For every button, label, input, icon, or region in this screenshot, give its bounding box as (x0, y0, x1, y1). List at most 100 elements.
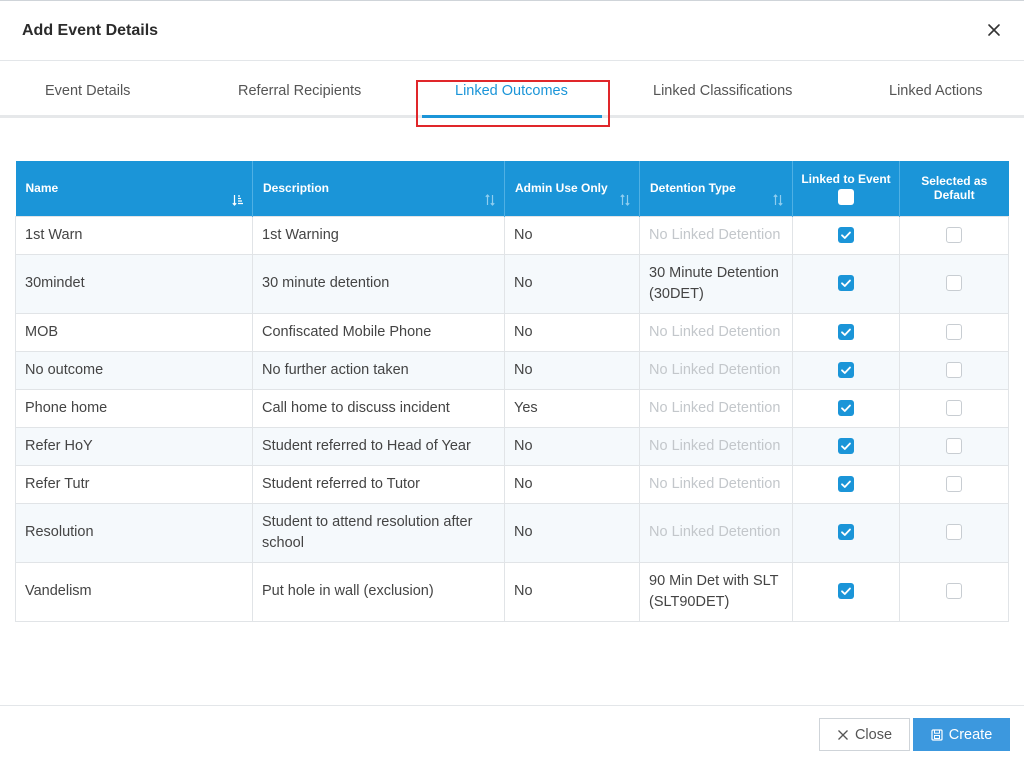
tab-bar: Event Details Referral Recipients Linked… (0, 61, 1024, 118)
cell-name: Resolution (15, 502, 253, 563)
cell-linked-to-event (792, 350, 900, 390)
selected-as-default-checkbox[interactable] (946, 275, 962, 292)
checkmark-icon (841, 231, 851, 239)
cell-name: Phone home (15, 388, 253, 428)
tab-linked-outcomes[interactable]: Linked Outcomes (455, 83, 568, 99)
cell-name: No outcome (15, 350, 253, 390)
cell-selected-as-default (899, 350, 1009, 390)
tab-linked-actions[interactable]: Linked Actions (889, 83, 983, 99)
cell-admin-use-only: No (504, 312, 640, 352)
column-header-selected-as-default: Selected as Default (899, 161, 1009, 216)
cell-detention-type: 90 Min Det with SLT (SLT90DET) (639, 561, 793, 622)
select-all-checkbox[interactable] (838, 188, 854, 205)
cell-selected-as-default (899, 215, 1009, 255)
cell-description: Call home to discuss incident (252, 388, 505, 428)
cell-name: Vandelism (15, 561, 253, 622)
linked-to-event-checkbox[interactable] (838, 475, 854, 492)
cell-linked-to-event (792, 464, 900, 504)
tab-referral-recipients[interactable]: Referral Recipients (238, 83, 361, 99)
cell-admin-use-only: Yes (504, 388, 640, 428)
checkmark-icon (841, 480, 851, 488)
cell-admin-use-only: No (504, 502, 640, 563)
sort-ascending-icon[interactable] (232, 194, 244, 206)
linked-to-event-checkbox[interactable] (838, 323, 854, 340)
column-header-description[interactable]: Description (252, 161, 505, 216)
sort-icon[interactable] (619, 193, 631, 206)
cell-name: 30mindet (15, 253, 253, 314)
dialog-footer: Close Create (0, 705, 1024, 757)
cell-linked-to-event (792, 561, 900, 622)
checkmark-icon (841, 442, 851, 450)
linked-to-event-checkbox[interactable] (838, 524, 854, 541)
cell-admin-use-only: No (504, 561, 640, 622)
linked-to-event-checkbox[interactable] (838, 361, 854, 378)
selected-as-default-checkbox[interactable] (946, 437, 962, 454)
table-row: Resolution Student to attend resolution a… (15, 502, 1009, 563)
cell-detention-type: No Linked Detention (639, 388, 793, 428)
linked-to-event-checkbox[interactable] (838, 275, 854, 292)
column-header-detention-type[interactable]: Detention Type (639, 161, 793, 216)
cell-detention-type: No Linked Detention (639, 502, 793, 563)
column-header-name[interactable]: Name (15, 161, 253, 216)
cell-selected-as-default (899, 426, 1009, 466)
column-header-label: Admin Use Only (515, 181, 608, 196)
table-row: MOB Confiscated Mobile Phone No No Linked D… (15, 312, 1009, 352)
save-icon (931, 728, 943, 741)
linked-to-event-checkbox[interactable] (838, 583, 854, 600)
column-header-linked-to-event: Linked to Event (792, 161, 900, 216)
selected-as-default-checkbox[interactable] (946, 323, 962, 340)
cell-description: No further action taken (252, 350, 505, 390)
cell-selected-as-default (899, 312, 1009, 352)
selected-as-default-checkbox[interactable] (946, 361, 962, 378)
table-row: Vandelism Put hole in wall (exclusion) No 9… (15, 561, 1009, 622)
cell-detention-type: No Linked Detention (639, 215, 793, 255)
table-row: No outcome No further action taken No No Li… (15, 350, 1009, 390)
cell-detention-type: No Linked Detention (639, 426, 793, 466)
table-row: 30mindet 30 minute detention No 30 Minute D… (15, 253, 1009, 314)
linked-to-event-checkbox[interactable] (838, 399, 854, 416)
cell-selected-as-default (899, 561, 1009, 622)
tab-linked-classifications[interactable]: Linked Classifications (653, 83, 792, 99)
add-event-details-dialog: Add Event Details Event Details Referral… (0, 0, 1024, 757)
selected-as-default-checkbox[interactable] (946, 399, 962, 416)
sort-icon[interactable] (772, 193, 784, 206)
cell-detention-type: No Linked Detention (639, 464, 793, 504)
cell-description: 1st Warning (252, 215, 505, 255)
table-header-row: Name Description Admin Use Only Detentio… (15, 161, 1009, 216)
cell-description: Put hole in wall (exclusion) (252, 561, 505, 622)
cell-description: Student referred to Tutor (252, 464, 505, 504)
checkmark-icon (841, 366, 851, 374)
create-button-label: Create (948, 726, 993, 743)
outcomes-table: Name Description Admin Use Only Detentio… (15, 161, 1009, 622)
column-header-label: Detention Type (650, 181, 736, 196)
active-tab-indicator (422, 115, 602, 118)
cell-name: Refer Tutr (15, 464, 253, 504)
selected-as-default-checkbox[interactable] (946, 475, 962, 492)
table-row: 1st Warn 1st Warning No No Linked Detention (15, 215, 1009, 255)
create-button[interactable]: Create (913, 718, 1010, 751)
linked-to-event-checkbox[interactable] (838, 437, 854, 454)
table-row: Phone home Call home to discuss incident Y… (15, 388, 1009, 428)
cell-linked-to-event (792, 215, 900, 255)
table-row: Refer Tutr Student referred to Tutor No No … (15, 464, 1009, 504)
checkmark-icon (841, 404, 851, 412)
close-icon[interactable] (982, 18, 1006, 42)
sort-icon[interactable] (484, 193, 496, 206)
tab-event-details[interactable]: Event Details (45, 83, 130, 99)
column-header-label: Linked to Event (801, 171, 891, 186)
close-button[interactable]: Close (819, 718, 910, 751)
cell-selected-as-default (899, 502, 1009, 563)
column-header-admin-use-only[interactable]: Admin Use Only (504, 161, 640, 216)
selected-as-default-checkbox[interactable] (946, 226, 962, 243)
selected-as-default-checkbox[interactable] (946, 583, 962, 600)
table-body: 1st Warn 1st Warning No No Linked Detention… (15, 215, 1009, 622)
linked-to-event-checkbox[interactable] (838, 226, 854, 243)
close-icon (837, 729, 848, 740)
cell-linked-to-event (792, 388, 900, 428)
selected-as-default-checkbox[interactable] (946, 524, 962, 541)
cell-name: MOB (15, 312, 253, 352)
cell-detention-type: No Linked Detention (639, 350, 793, 390)
cell-description: 30 minute detention (252, 253, 505, 314)
cell-linked-to-event (792, 312, 900, 352)
cell-detention-type: 30 Minute Detention (30DET) (639, 253, 793, 314)
